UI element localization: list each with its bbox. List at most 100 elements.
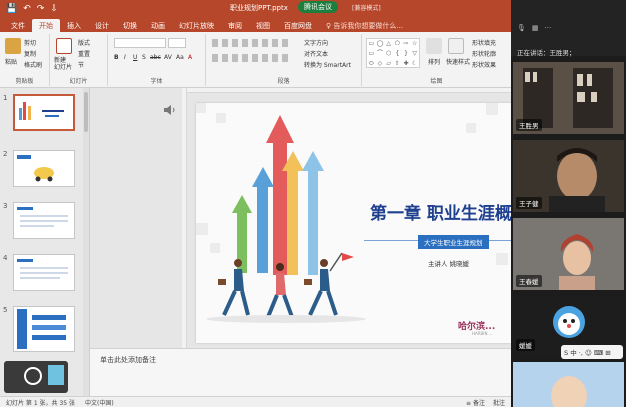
tab-baidu-netdisk[interactable]: 百度网盘 bbox=[277, 19, 319, 32]
arrange-button[interactable]: 排列 bbox=[428, 57, 440, 66]
char-spacing-button[interactable]: AV bbox=[164, 54, 172, 61]
ime-toolbar[interactable]: S 中 ·, ☺ ⌨ ⊞ bbox=[561, 345, 623, 359]
reset-button[interactable]: 重置 bbox=[78, 49, 90, 58]
shadow-button[interactable]: S bbox=[142, 54, 146, 61]
thumbnail-car-icon bbox=[17, 155, 54, 182]
italic-button[interactable]: I bbox=[124, 54, 126, 61]
paragraph-group-label: 段落 bbox=[277, 78, 290, 85]
shapes-gallery[interactable]: ▭ ◯ △ ⬠ ⇨ ☆ ▭ ⌒ ⬡{} ▽ ⬭ ◇ ▱ ⇧ ✚ ☾ bbox=[366, 38, 420, 68]
video-tile-5[interactable] bbox=[513, 362, 624, 407]
video-tile-1[interactable]: 王胜男 bbox=[513, 62, 624, 134]
slide-thumbnail-2[interactable] bbox=[13, 150, 75, 187]
slides-group: 新建 幻灯片 版式 重置 节 幻灯片 bbox=[50, 34, 108, 86]
alignment-buttons[interactable] bbox=[212, 54, 292, 62]
clipboard-group-label: 剪贴板 bbox=[15, 78, 34, 85]
new-slide-icon[interactable] bbox=[56, 38, 72, 54]
slide-thumbnail-5[interactable] bbox=[13, 306, 75, 352]
video-tile-2[interactable]: 王子健 bbox=[513, 140, 624, 212]
app-icon bbox=[48, 365, 64, 385]
participant-video bbox=[513, 362, 624, 407]
scrollbar-thumb[interactable] bbox=[84, 92, 88, 132]
align-text-button[interactable]: 对齐文本 bbox=[304, 49, 328, 58]
font-name-input[interactable] bbox=[114, 38, 166, 48]
list-buttons[interactable] bbox=[212, 39, 292, 47]
shape-fill-button[interactable]: 形状填充 bbox=[472, 38, 496, 47]
audio-icon[interactable] bbox=[164, 105, 176, 115]
floating-video-thumb[interactable] bbox=[4, 361, 68, 393]
meeting-panel: 🎙 ▦ ··· 正在讲话：王胜男； 王胜男 王子健 王春媛 媛媛 S 中 ·, … bbox=[511, 0, 626, 407]
participant-name: 王子健 bbox=[516, 197, 542, 209]
tab-transitions[interactable]: 切换 bbox=[116, 19, 144, 32]
tab-animations[interactable]: 动画 bbox=[144, 19, 172, 32]
university-logo-subtext: HARBIN ... bbox=[472, 331, 493, 336]
slide-thumbnail-1[interactable] bbox=[13, 94, 75, 131]
shape-effects-button[interactable]: 形状效果 bbox=[472, 60, 496, 69]
new-slide-button[interactable]: 新建 幻灯片 bbox=[54, 57, 72, 71]
slide-thumbnail-3[interactable] bbox=[13, 202, 75, 239]
participant-name: 媛媛 bbox=[516, 339, 535, 351]
smartart-button[interactable]: 转换为 SmartArt bbox=[304, 60, 351, 69]
tab-review[interactable]: 审阅 bbox=[221, 19, 249, 32]
microphone-icon[interactable]: 🎙 bbox=[517, 24, 526, 32]
change-case-button[interactable]: Aa bbox=[176, 54, 184, 61]
font-size-input[interactable] bbox=[168, 38, 186, 48]
more-icon[interactable]: ··· bbox=[545, 24, 552, 32]
redo-icon[interactable]: ↷ bbox=[37, 4, 45, 14]
paste-button[interactable]: 粘贴 bbox=[5, 57, 17, 66]
grid-view-icon[interactable]: ▦ bbox=[532, 24, 539, 32]
strikethrough-button[interactable]: abc bbox=[150, 54, 161, 61]
layout-button[interactable]: 版式 bbox=[78, 38, 90, 47]
quick-styles-button[interactable]: 快速样式 bbox=[446, 57, 470, 66]
font-group: B I U S abc AV Aa A 字体 bbox=[108, 34, 206, 86]
video-tile-3[interactable]: 王春媛 bbox=[513, 218, 624, 290]
paste-icon[interactable] bbox=[5, 38, 21, 54]
thumbnail-blocks-icon bbox=[17, 309, 66, 349]
meeting-controls: 🎙 ▦ ··· bbox=[517, 24, 551, 32]
paragraph-group: 文字方向 对齐文本 转换为 SmartArt 段落 bbox=[206, 34, 362, 86]
slide-title[interactable]: 第一章 职业生涯概 bbox=[370, 199, 511, 224]
meeting-indicator[interactable]: 腾讯会议 bbox=[298, 1, 338, 13]
undo-icon[interactable]: ↶ bbox=[23, 4, 31, 14]
bold-button[interactable]: B bbox=[114, 54, 119, 61]
ribbon-tabs: 文件 开始 插入 设计 切换 动画 幻灯片放映 审阅 视图 百度网盘 ♀ 告诉我… bbox=[0, 18, 511, 32]
tab-home[interactable]: 开始 bbox=[32, 19, 60, 32]
underline-button[interactable]: U bbox=[133, 54, 137, 61]
ribbon: 粘贴 剪切 复制 格式刷 剪贴板 新建 幻灯片 版式 重置 节 幻灯片 B I … bbox=[0, 32, 511, 88]
quick-styles-icon[interactable] bbox=[448, 38, 464, 54]
save-icon[interactable]: 💾 bbox=[6, 4, 17, 14]
start-from-beginning-icon[interactable]: ⇩ bbox=[50, 4, 58, 14]
tell-me-search[interactable]: ♀ 告诉我你想要做什么... bbox=[319, 19, 410, 32]
slide-subtitle[interactable]: 大学生职业生涯规划 bbox=[418, 235, 489, 249]
shape-outline-button[interactable]: 形状轮廓 bbox=[472, 49, 496, 58]
title-bar: 💾 ↶ ↷ ⇩ 职业规划PPT.pptx 腾讯会议 [兼容模式] bbox=[0, 0, 511, 18]
comments-button[interactable]: 批注 bbox=[493, 398, 505, 407]
horizontal-ruler bbox=[182, 88, 511, 93]
clipboard-group: 粘贴 剪切 复制 格式刷 剪贴板 bbox=[0, 34, 50, 86]
tab-insert[interactable]: 插入 bbox=[60, 19, 88, 32]
language-indicator[interactable]: 中文(中国) bbox=[85, 398, 114, 407]
copy-button[interactable]: 复制 bbox=[24, 49, 36, 58]
tab-view[interactable]: 视图 bbox=[249, 19, 277, 32]
cut-button[interactable]: 剪切 bbox=[24, 38, 36, 47]
tab-file[interactable]: 文件 bbox=[4, 19, 32, 32]
font-group-label: 字体 bbox=[150, 78, 163, 85]
notes-placeholder[interactable]: 单击此处添加备注 bbox=[100, 355, 156, 365]
tab-slideshow[interactable]: 幻灯片放映 bbox=[172, 19, 221, 32]
vertical-ruler bbox=[182, 88, 187, 348]
thumb-number: 4 bbox=[3, 254, 8, 262]
slide-canvas[interactable]: 第一章 职业生涯概 大学生职业生涯规划 主讲人 姚晓媛 哈尔滨... HARBI… bbox=[196, 103, 511, 343]
notes-pane[interactable]: 单击此处添加备注 bbox=[90, 348, 511, 396]
section-button[interactable]: 节 bbox=[78, 60, 84, 69]
text-direction-button[interactable]: 文字方向 bbox=[304, 38, 328, 47]
thumbnail-scrollbar[interactable] bbox=[83, 88, 89, 396]
status-bar: 幻灯片 第 1 张，共 35 张 中文(中国) ≡ 备注 批注 bbox=[0, 396, 511, 407]
slide-thumbnail-4[interactable] bbox=[13, 254, 75, 291]
drawing-group: ▭ ◯ △ ⬠ ⇨ ☆ ▭ ⌒ ⬡{} ▽ ⬭ ◇ ▱ ⇧ ✚ ☾ 排列 快速样式 形状填充 形状轮廓 形… bbox=[362, 34, 511, 86]
slide-presenter[interactable]: 主讲人 姚晓媛 bbox=[428, 258, 469, 268]
font-color-button[interactable]: A bbox=[188, 54, 192, 61]
tab-design[interactable]: 设计 bbox=[88, 19, 116, 32]
notes-toggle-button[interactable]: ≡ 备注 bbox=[466, 398, 485, 407]
arrange-icon[interactable] bbox=[426, 38, 442, 54]
thumbnail-text-icon bbox=[17, 207, 68, 227]
format-painter-button[interactable]: 格式刷 bbox=[24, 60, 42, 69]
